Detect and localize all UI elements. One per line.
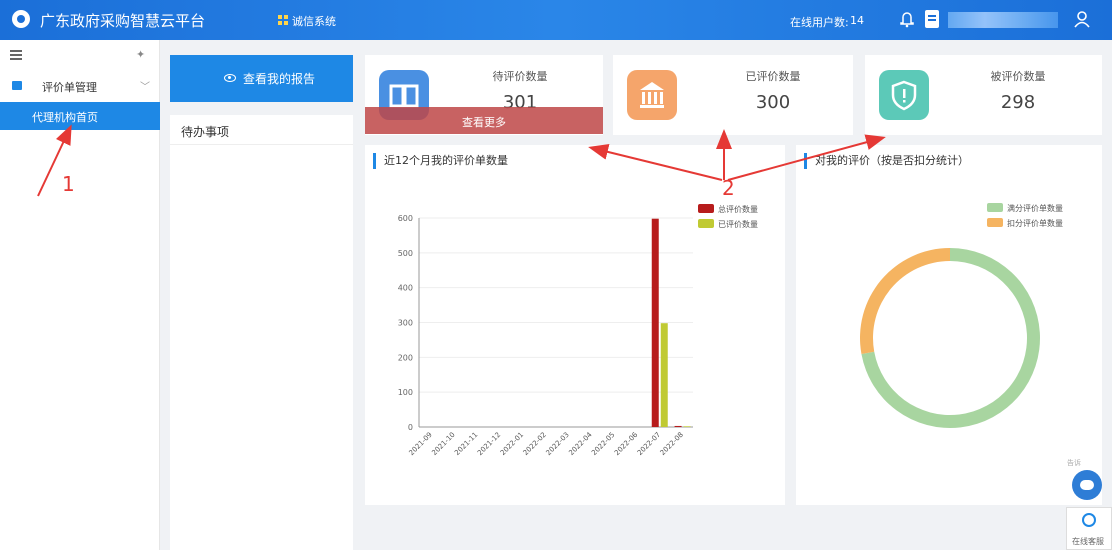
card-received-evaluations: 被评价数量 298 (865, 55, 1102, 135)
legend-swatch (987, 218, 1003, 227)
online-users-count: 14 (850, 14, 864, 27)
logo-icon (12, 10, 30, 28)
x-tick-label: 2022-07 (636, 431, 662, 457)
bar (674, 425, 682, 427)
legend-swatch (698, 204, 714, 213)
x-tick-label: 2022-03 (544, 431, 570, 457)
headset-icon (1082, 513, 1096, 527)
todo-panel: 待办事项 (170, 115, 353, 550)
system-link[interactable]: 诚信系统 (292, 13, 336, 29)
x-tick-label: 2022-01 (499, 431, 525, 457)
donut-slice (860, 248, 950, 355)
view-more-label: 查看更多 (462, 116, 506, 129)
bar (660, 323, 668, 427)
robot-icon[interactable] (1072, 470, 1102, 500)
shield-icon (879, 70, 929, 120)
document-icon[interactable] (925, 10, 939, 28)
y-tick-label: 200 (398, 353, 413, 362)
card-completed-evaluations: 已评价数量 300 (613, 55, 853, 135)
x-tick-label: 2022-02 (522, 431, 548, 457)
sidebar: ✦ 评价单管理 ﹀ 代理机构首页 (0, 40, 160, 550)
donut-chart-panel: 对我的评价（按是否扣分统计） 满分评价单数量 扣分评价单数量 (796, 145, 1102, 505)
bank-icon (627, 70, 677, 120)
chevron-down-icon: ﹀ (140, 82, 150, 93)
grid-icon (278, 15, 288, 25)
y-tick-label: 300 (398, 319, 413, 328)
annotation-number: 1 (62, 172, 75, 196)
legend-swatch (987, 203, 1003, 212)
view-report-button[interactable]: 查看我的报告 (170, 55, 353, 102)
legend-label: 已评价数量 (718, 219, 758, 229)
top-bar: 广东政府采购智慧云平台 诚信系统 在线用户数: 14 (0, 0, 1112, 40)
pin-icon[interactable]: ✦ (136, 48, 146, 61)
username-redacted[interactable] (948, 12, 1058, 28)
form-icon (12, 81, 22, 90)
y-tick-label: 100 (398, 388, 413, 397)
legend-label: 扣分评价单数量 (1007, 218, 1063, 228)
menu-toggle-icon[interactable] (10, 50, 22, 60)
legend-label: 满分评价单数量 (1007, 203, 1063, 213)
bell-icon[interactable] (900, 10, 914, 28)
legend-swatch (698, 219, 714, 228)
card-value: 300 (755, 92, 791, 113)
sidebar-group-label: 评价单管理 (42, 81, 97, 94)
x-tick-label: 2021-09 (407, 431, 433, 457)
card-value: 298 (1000, 92, 1036, 113)
x-tick-label: 2021-12 (476, 431, 502, 457)
x-tick-label: 2022-05 (590, 431, 616, 457)
sidebar-item-agency-home[interactable]: 代理机构首页 (0, 102, 160, 130)
view-report-label: 查看我的报告 (243, 72, 316, 86)
card-label: 待评价数量 (492, 70, 548, 83)
eye-icon (224, 74, 236, 82)
online-service-label: 在线客服 (1072, 537, 1104, 546)
card-pending-evaluations: 待评价数量 301 查看更多 (365, 55, 603, 135)
card-label: 已评价数量 (745, 70, 801, 83)
x-tick-label: 2021-11 (453, 431, 479, 457)
donut-chart: 满分评价单数量扣分评价单数量 (860, 203, 1063, 428)
x-tick-label: 2022-04 (567, 430, 594, 457)
app-title: 广东政府采购智慧云平台 (40, 12, 206, 30)
sidebar-item-label: 代理机构首页 (32, 111, 98, 124)
y-tick-label: 400 (398, 284, 413, 293)
y-tick-label: 0 (408, 423, 413, 432)
view-more-button[interactable]: 查看更多 (365, 107, 603, 134)
card-label: 被评价数量 (990, 70, 1046, 83)
y-tick-label: 600 (398, 214, 413, 223)
x-tick-label: 2021-10 (430, 431, 456, 457)
online-service-button[interactable]: 在线客服 (1066, 507, 1112, 550)
online-users-label: 在线用户数: (790, 16, 849, 29)
legend-label: 总评价数量 (718, 204, 758, 214)
sidebar-group-evaluation[interactable]: 评价单管理 ﹀ (0, 74, 160, 98)
todo-title-text: 待办事项 (181, 125, 230, 139)
bar (651, 218, 659, 427)
todo-title: 待办事项 (170, 115, 353, 145)
user-icon[interactable] (1074, 10, 1090, 28)
x-tick-label: 2022-08 (659, 431, 685, 457)
y-tick-label: 500 (398, 249, 413, 258)
x-tick-label: 2022-06 (613, 430, 640, 457)
robot-tag: 告诉 (1067, 459, 1081, 467)
bar (683, 426, 691, 427)
annotation-number: 2 (722, 176, 735, 200)
